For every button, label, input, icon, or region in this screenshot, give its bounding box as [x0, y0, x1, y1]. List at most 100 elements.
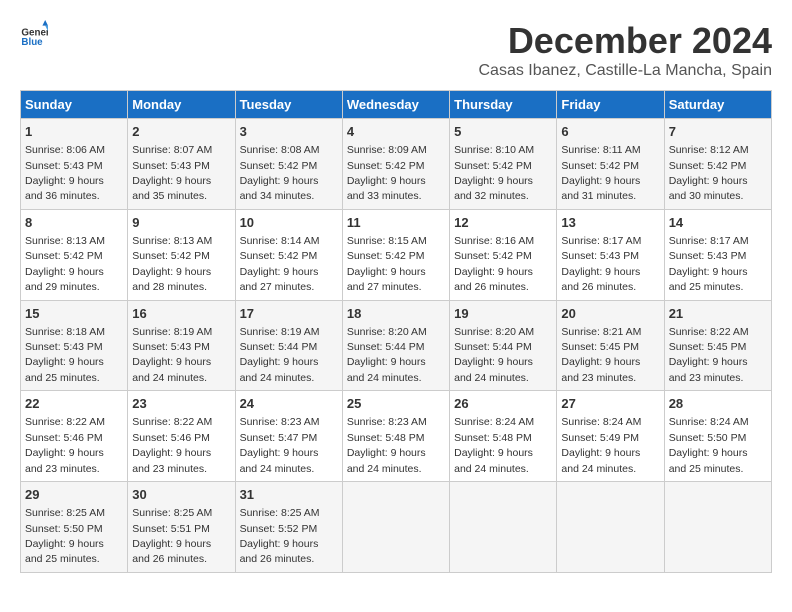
day-info: Sunrise: 8:07 AM Sunset: 5:43 PM Dayligh…: [132, 144, 212, 202]
day-number: 6: [561, 123, 659, 141]
day-number: 9: [132, 214, 230, 232]
day-number: 30: [132, 486, 230, 504]
day-cell: 4 Sunrise: 8:09 AM Sunset: 5:42 PM Daylig…: [342, 119, 449, 210]
day-info: Sunrise: 8:25 AM Sunset: 5:50 PM Dayligh…: [25, 507, 105, 565]
week-row-1: 1Sunrise: 8:06 AM Sunset: 5:43 PM Daylig…: [21, 119, 772, 210]
day-info: Sunrise: 8:23 AM Sunset: 5:47 PM Dayligh…: [240, 416, 320, 474]
day-cell: 6 Sunrise: 8:11 AM Sunset: 5:42 PM Daylig…: [557, 119, 664, 210]
day-cell: 24 Sunrise: 8:23 AM Sunset: 5:47 PM Dayli…: [235, 391, 342, 482]
day-cell: 11 Sunrise: 8:15 AM Sunset: 5:42 PM Dayli…: [342, 209, 449, 300]
day-header-wednesday: Wednesday: [342, 91, 449, 119]
day-info: Sunrise: 8:18 AM Sunset: 5:43 PM Dayligh…: [25, 326, 105, 384]
day-cell: 20 Sunrise: 8:21 AM Sunset: 5:45 PM Dayli…: [557, 300, 664, 391]
day-info: Sunrise: 8:25 AM Sunset: 5:51 PM Dayligh…: [132, 507, 212, 565]
day-info: Sunrise: 8:19 AM Sunset: 5:44 PM Dayligh…: [240, 326, 320, 384]
day-info: Sunrise: 8:09 AM Sunset: 5:42 PM Dayligh…: [347, 144, 427, 202]
day-info: Sunrise: 8:08 AM Sunset: 5:42 PM Dayligh…: [240, 144, 320, 202]
day-header-thursday: Thursday: [450, 91, 557, 119]
day-cell: [557, 482, 664, 573]
week-row-3: 15 Sunrise: 8:18 AM Sunset: 5:43 PM Dayli…: [21, 300, 772, 391]
day-cell: 17Sunrise: 8:19 AM Sunset: 5:44 PM Dayli…: [235, 300, 342, 391]
day-number: 25: [347, 395, 445, 413]
day-cell: 5Sunrise: 8:10 AM Sunset: 5:42 PM Daylig…: [450, 119, 557, 210]
week-row-4: 22 Sunrise: 8:22 AM Sunset: 5:46 PM Dayli…: [21, 391, 772, 482]
day-header-friday: Friday: [557, 91, 664, 119]
day-info: Sunrise: 8:22 AM Sunset: 5:46 PM Dayligh…: [132, 416, 212, 474]
day-info: Sunrise: 8:13 AM Sunset: 5:42 PM Dayligh…: [132, 235, 212, 293]
day-info: Sunrise: 8:17 AM Sunset: 5:43 PM Dayligh…: [669, 235, 749, 293]
day-info: Sunrise: 8:15 AM Sunset: 5:42 PM Dayligh…: [347, 235, 427, 293]
day-cell: 8 Sunrise: 8:13 AM Sunset: 5:42 PM Daylig…: [21, 209, 128, 300]
day-info: Sunrise: 8:11 AM Sunset: 5:42 PM Dayligh…: [561, 144, 640, 202]
day-number: 12: [454, 214, 552, 232]
logo-icon: General Blue: [20, 20, 48, 48]
day-number: 28: [669, 395, 767, 413]
day-cell: 18 Sunrise: 8:20 AM Sunset: 5:44 PM Dayli…: [342, 300, 449, 391]
day-cell: 29 Sunrise: 8:25 AM Sunset: 5:50 PM Dayli…: [21, 482, 128, 573]
day-number: 13: [561, 214, 659, 232]
day-info: Sunrise: 8:24 AM Sunset: 5:48 PM Dayligh…: [454, 416, 534, 474]
day-info: Sunrise: 8:17 AM Sunset: 5:43 PM Dayligh…: [561, 235, 641, 293]
day-number: 15: [25, 305, 123, 323]
day-cell: 16 Sunrise: 8:19 AM Sunset: 5:43 PM Dayli…: [128, 300, 235, 391]
day-number: 23: [132, 395, 230, 413]
day-cell: [664, 482, 771, 573]
day-cell: 1Sunrise: 8:06 AM Sunset: 5:43 PM Daylig…: [21, 119, 128, 210]
day-info: Sunrise: 8:20 AM Sunset: 5:44 PM Dayligh…: [454, 326, 534, 384]
day-header-sunday: Sunday: [21, 91, 128, 119]
header: General Blue December 2024 Casas Ibanez,…: [20, 20, 772, 80]
day-info: Sunrise: 8:20 AM Sunset: 5:44 PM Dayligh…: [347, 326, 427, 384]
day-info: Sunrise: 8:22 AM Sunset: 5:46 PM Dayligh…: [25, 416, 105, 474]
day-cell: [342, 482, 449, 573]
week-row-5: 29 Sunrise: 8:25 AM Sunset: 5:50 PM Dayli…: [21, 482, 772, 573]
day-number: 2: [132, 123, 230, 141]
day-cell: 3Sunrise: 8:08 AM Sunset: 5:42 PM Daylig…: [235, 119, 342, 210]
day-info: Sunrise: 8:13 AM Sunset: 5:42 PM Dayligh…: [25, 235, 105, 293]
day-cell: 12Sunrise: 8:16 AM Sunset: 5:42 PM Dayli…: [450, 209, 557, 300]
day-cell: 21 Sunrise: 8:22 AM Sunset: 5:45 PM Dayli…: [664, 300, 771, 391]
day-number: 21: [669, 305, 767, 323]
day-number: 20: [561, 305, 659, 323]
day-number: 11: [347, 214, 445, 232]
calendar-body: 1Sunrise: 8:06 AM Sunset: 5:43 PM Daylig…: [21, 119, 772, 573]
day-cell: 19 Sunrise: 8:20 AM Sunset: 5:44 PM Dayli…: [450, 300, 557, 391]
day-cell: 10Sunrise: 8:14 AM Sunset: 5:42 PM Dayli…: [235, 209, 342, 300]
day-number: 26: [454, 395, 552, 413]
day-info: Sunrise: 8:10 AM Sunset: 5:42 PM Dayligh…: [454, 144, 534, 202]
day-info: Sunrise: 8:24 AM Sunset: 5:50 PM Dayligh…: [669, 416, 749, 474]
day-header-monday: Monday: [128, 91, 235, 119]
day-info: Sunrise: 8:21 AM Sunset: 5:45 PM Dayligh…: [561, 326, 641, 384]
day-info: Sunrise: 8:12 AM Sunset: 5:42 PM Dayligh…: [669, 144, 749, 202]
svg-text:Blue: Blue: [21, 37, 43, 48]
day-cell: 23 Sunrise: 8:22 AM Sunset: 5:46 PM Dayli…: [128, 391, 235, 482]
day-number: 4: [347, 123, 445, 141]
day-info: Sunrise: 8:23 AM Sunset: 5:48 PM Dayligh…: [347, 416, 427, 474]
day-info: Sunrise: 8:25 AM Sunset: 5:52 PM Dayligh…: [240, 507, 320, 565]
day-number: 8: [25, 214, 123, 232]
day-number: 16: [132, 305, 230, 323]
day-info: Sunrise: 8:06 AM Sunset: 5:43 PM Dayligh…: [25, 144, 105, 202]
day-number: 10: [240, 214, 338, 232]
day-cell: 27Sunrise: 8:24 AM Sunset: 5:49 PM Dayli…: [557, 391, 664, 482]
day-number: 7: [669, 123, 767, 141]
day-number: 22: [25, 395, 123, 413]
day-cell: 15 Sunrise: 8:18 AM Sunset: 5:43 PM Dayli…: [21, 300, 128, 391]
calendar-header-row: SundayMondayTuesdayWednesdayThursdayFrid…: [21, 91, 772, 119]
day-number: 18: [347, 305, 445, 323]
day-number: 27: [561, 395, 659, 413]
subtitle: Casas Ibanez, Castille-La Mancha, Spain: [479, 62, 773, 80]
day-cell: [450, 482, 557, 573]
day-cell: 2 Sunrise: 8:07 AM Sunset: 5:43 PM Daylig…: [128, 119, 235, 210]
day-cell: 13 Sunrise: 8:17 AM Sunset: 5:43 PM Dayli…: [557, 209, 664, 300]
day-cell: 9 Sunrise: 8:13 AM Sunset: 5:42 PM Daylig…: [128, 209, 235, 300]
day-number: 19: [454, 305, 552, 323]
day-info: Sunrise: 8:22 AM Sunset: 5:45 PM Dayligh…: [669, 326, 749, 384]
day-cell: 28 Sunrise: 8:24 AM Sunset: 5:50 PM Dayli…: [664, 391, 771, 482]
day-cell: 22 Sunrise: 8:22 AM Sunset: 5:46 PM Dayli…: [21, 391, 128, 482]
day-number: 24: [240, 395, 338, 413]
week-row-2: 8 Sunrise: 8:13 AM Sunset: 5:42 PM Daylig…: [21, 209, 772, 300]
day-cell: 25 Sunrise: 8:23 AM Sunset: 5:48 PM Dayli…: [342, 391, 449, 482]
day-number: 31: [240, 486, 338, 504]
day-info: Sunrise: 8:19 AM Sunset: 5:43 PM Dayligh…: [132, 326, 212, 384]
day-number: 29: [25, 486, 123, 504]
